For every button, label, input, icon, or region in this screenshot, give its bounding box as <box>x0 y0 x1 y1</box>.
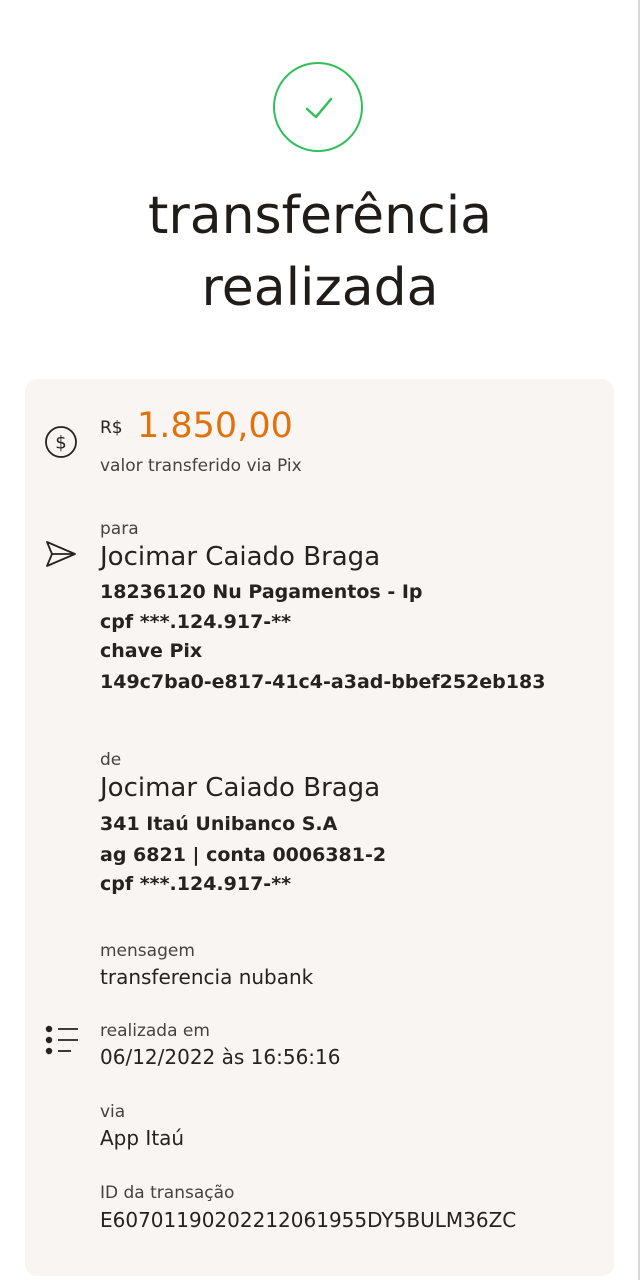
page-title: transferência realizada <box>0 180 640 324</box>
page-title-line2: realizada <box>201 258 439 318</box>
from-bank: 341 Itaú Unibanco S.A <box>100 813 338 835</box>
to-label: para <box>100 519 139 539</box>
date-label: realizada em <box>100 1021 210 1041</box>
to-pix-label: chave Pix <box>100 640 203 662</box>
amount-currency: R$ <box>100 418 123 438</box>
date-value: 06/12/2022 às 16:56:16 <box>100 1045 341 1069</box>
via-label: via <box>100 1102 126 1122</box>
transaction-id-label: ID da transação <box>100 1183 235 1203</box>
list-icon <box>44 1024 80 1062</box>
dollar-circle-icon: $ <box>44 425 78 463</box>
to-pix-key: 149c7ba0-e817-41c4-a3ad-bbef252eb183 <box>100 671 546 693</box>
to-name: Jocimar Caiado Braga <box>100 542 381 572</box>
amount-value: 1.850,00 <box>137 406 293 446</box>
from-label: de <box>100 750 122 770</box>
transaction-id-value: E60701190202212061955DY5BULM36ZC <box>100 1208 517 1232</box>
amount-description: valor transferido via Pix <box>100 456 302 476</box>
via-value: App Itaú <box>100 1126 185 1150</box>
message-label: mensagem <box>100 941 195 961</box>
from-name: Jocimar Caiado Braga <box>100 773 381 803</box>
svg-text:$: $ <box>55 433 66 454</box>
to-cpf: cpf ***.124.917-** <box>100 611 292 633</box>
from-cpf: cpf ***.124.917-** <box>100 873 292 895</box>
page-title-line1: transferência <box>147 186 493 246</box>
check-circle-icon <box>273 62 363 152</box>
from-account: ag 6821 | conta 0006381-2 <box>100 844 387 866</box>
message-value: transferencia nubank <box>100 965 314 989</box>
to-bank: 18236120 Nu Pagamentos - Ip <box>100 581 423 603</box>
send-icon <box>44 538 78 574</box>
